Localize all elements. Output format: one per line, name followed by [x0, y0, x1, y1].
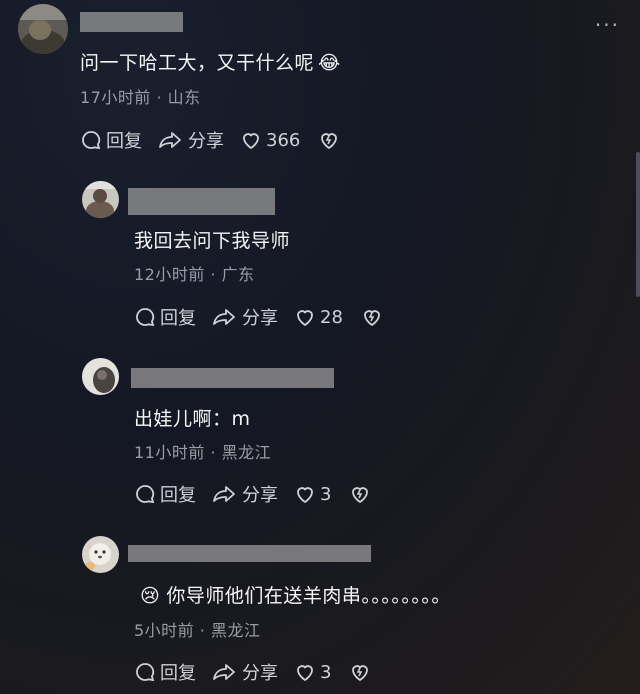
dislike-button[interactable] — [361, 306, 383, 328]
like-button[interactable]: 3 — [294, 483, 331, 505]
comment-text-content: 你导师他们在送羊肉串。。。。。。。。 — [166, 585, 451, 607]
username-redacted[interactable] — [128, 188, 275, 215]
heart-icon — [297, 665, 313, 681]
avatar[interactable] — [82, 181, 119, 218]
reply-label: 回复 — [106, 131, 142, 152]
comment-actions: 回复 分享 28 — [134, 305, 383, 329]
more-dots-icon[interactable]: ··· — [595, 15, 620, 35]
reply-button[interactable]: 回复 — [134, 481, 196, 507]
comment-text-content: 出娃儿啊：m — [134, 408, 251, 430]
share-button[interactable]: 分享 — [212, 304, 278, 330]
heart-icon — [297, 310, 313, 326]
laughing-emoji-icon: 😂 — [318, 52, 341, 74]
share-button[interactable]: 分享 — [158, 127, 224, 153]
comment-bubble-icon — [82, 131, 101, 150]
comment-time: 12小时前 — [134, 265, 205, 284]
comment-bubble-icon — [136, 308, 155, 327]
broken-heart-icon — [321, 133, 338, 149]
comment-text: 出娃儿啊：m — [134, 404, 251, 431]
broken-heart-icon — [364, 310, 380, 326]
comment-location: 黑龙江 — [210, 621, 261, 640]
username-redacted[interactable] — [131, 368, 334, 388]
username-redacted[interactable] — [80, 12, 183, 32]
share-label: 分享 — [242, 485, 278, 506]
comment-text: 😢 你导师他们在送羊肉串。。。。。。。。 — [140, 581, 451, 608]
share-label: 分享 — [188, 131, 224, 152]
like-count: 28 — [320, 306, 343, 328]
like-button[interactable]: 28 — [294, 306, 343, 328]
like-count: 3 — [320, 661, 332, 683]
comment-time: 11小时前 — [134, 443, 205, 462]
scrollbar[interactable] — [636, 152, 640, 297]
meta-separator: · — [210, 265, 217, 284]
dislike-button[interactable] — [349, 483, 371, 505]
share-button[interactable]: 分享 — [212, 659, 278, 685]
comment-text: 我回去问下我导师 — [134, 226, 290, 253]
avatar[interactable] — [82, 536, 119, 573]
meta-separator: · — [156, 88, 163, 107]
like-count: 3 — [320, 483, 332, 505]
share-arrow-icon — [213, 309, 235, 325]
like-button[interactable]: 3 — [294, 661, 331, 683]
share-arrow-icon — [159, 132, 181, 148]
like-button[interactable]: 366 — [240, 129, 300, 151]
crying-emoji-icon: 😢 — [140, 585, 161, 607]
heart-icon — [297, 487, 313, 503]
share-arrow-icon — [213, 486, 235, 502]
reply-label: 回复 — [160, 485, 196, 506]
broken-heart-icon — [352, 665, 369, 681]
share-label: 分享 — [242, 308, 278, 329]
reply-label: 回复 — [160, 308, 196, 329]
comment-actions: 回复 分享 366 — [80, 128, 340, 152]
share-arrow-icon — [213, 664, 235, 680]
reply-label: 回复 — [160, 663, 196, 684]
comment-actions: 回复 分享 3 — [134, 660, 371, 684]
meta-separator: · — [210, 443, 217, 462]
broken-heart-icon — [352, 487, 369, 503]
reply-button[interactable]: 回复 — [134, 304, 196, 330]
comment-meta: 17小时前 · 山东 — [80, 84, 201, 108]
share-label: 分享 — [242, 663, 278, 684]
reply-button[interactable]: 回复 — [134, 659, 196, 685]
comment-meta: 11小时前 · 黑龙江 — [134, 439, 271, 463]
comment-text-content: 问一下哈工大，又干什么呢 — [80, 52, 315, 74]
comment-bubble-icon — [136, 663, 155, 682]
comment-time: 5小时前 — [134, 621, 195, 640]
comment-text-content: 我回去问下我导师 — [134, 230, 291, 252]
avatar[interactable] — [82, 358, 119, 395]
share-button[interactable]: 分享 — [212, 481, 278, 507]
avatar[interactable] — [18, 4, 68, 54]
dislike-button[interactable] — [318, 129, 340, 151]
comment-meta: 12小时前 · 广东 — [134, 261, 255, 285]
comment-actions: 回复 分享 3 — [134, 482, 371, 506]
comment-location: 广东 — [221, 265, 255, 284]
comment-time: 17小时前 — [80, 88, 151, 107]
comment-meta: 5小时前 · 黑龙江 — [134, 617, 260, 641]
comment-location: 山东 — [167, 88, 201, 107]
meta-separator: · — [199, 621, 206, 640]
comment-location: 黑龙江 — [221, 443, 272, 462]
username-redacted[interactable] — [128, 545, 371, 562]
comment-bubble-icon — [136, 485, 155, 504]
dislike-button[interactable] — [349, 661, 371, 683]
reply-button[interactable]: 回复 — [80, 127, 142, 153]
comment-text: 问一下哈工大，又干什么呢 😂 — [80, 48, 341, 75]
heart-icon — [243, 133, 259, 149]
like-count: 366 — [266, 129, 301, 151]
